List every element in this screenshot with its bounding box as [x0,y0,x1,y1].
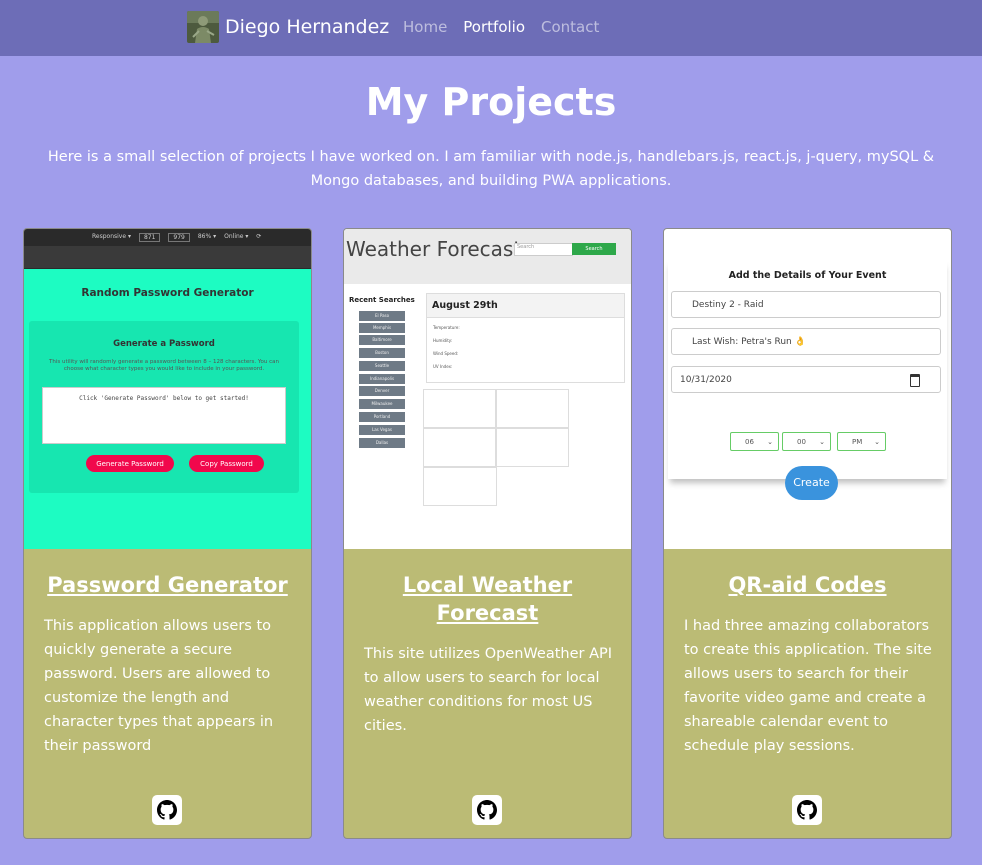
thumbnail-heading: Random Password Generator [81,287,254,299]
page-title: My Projects [365,80,617,124]
create-button: Create [785,466,838,500]
minute-value: 00 [797,438,806,446]
city-button: Dallas [359,438,405,448]
project-title-link[interactable]: Local Weather Forecast [354,571,621,627]
game-field: Destiny 2 - Raid [671,291,941,318]
github-icon [477,800,497,820]
nav-portfolio[interactable]: Portfolio [463,18,525,36]
password-placeholder: Click 'Generate Password' below to get s… [79,395,249,402]
date-value: 10/31/2020 [680,375,732,385]
forecast-cell [423,467,497,506]
chevron-down-icon: ⌄ [874,438,880,446]
devtools-item: Responsive ▾ [92,233,131,240]
generate-password-button: Generate Password [86,455,174,472]
city-button: Baltimore [359,335,405,345]
navbar: Diego Hernandez Home Portfolio Contact [0,0,982,56]
forecast-cell [423,389,497,428]
project-card-qr-aid-codes: Add the Details of Your Event Destiny 2 … [663,228,952,839]
hour-select: 06 ⌄ [730,432,779,451]
thumbnail-heading: Add the Details of Your Event [728,270,887,281]
project-title-link[interactable]: QR-aid Codes [674,571,941,599]
thumbnail-search: Search [514,243,573,256]
project-title-link[interactable]: Password Generator [34,571,301,599]
thumbnail-heading: Weather Forecast [346,237,522,261]
avatar [187,11,219,43]
devtools-item: 979 [168,233,190,242]
project-description: This application allows users to quickly… [44,618,274,754]
minute-select: 00 ⌄ [782,432,831,451]
forecast-cell [495,389,569,428]
hour-value: 06 [745,438,754,446]
project-description: I had three amazing collaborators to cre… [684,618,932,754]
nav-links: Home Portfolio Contact [403,18,599,36]
devtools-bar: Responsive ▾ 871 979 86% ▾ Online ▾ ⟳ [24,229,311,269]
brand-name: Diego Hernandez [225,16,390,38]
calendar-icon [910,374,920,387]
event-name-field: Last Wish: Petra's Run 👌 [671,328,941,355]
forecast-detail: Wind Speed: [433,351,459,356]
project-thumbnail: Add the Details of Your Event Destiny 2 … [664,229,951,549]
chevron-down-icon: ⌄ [767,438,773,446]
city-button: Milwaukee [359,399,405,409]
date-field: 10/31/2020 [671,366,941,393]
devtools-item: 86% ▾ [197,233,217,240]
project-description: This site utilizes OpenWeather API to al… [364,646,613,734]
forecast-detail: Temperature: [433,325,460,330]
forecast-today: August 29th Temperature: Humidity: Wind … [426,293,625,383]
city-button: Portland [359,412,405,422]
devtools-item: Online ▾ [224,233,249,240]
ampm-value: PM [852,438,863,446]
forecast-detail: Humidity: [433,338,453,343]
devtools-item: 871 [138,233,161,242]
github-link[interactable] [472,795,502,825]
github-icon [797,800,817,820]
github-link[interactable] [792,795,822,825]
recent-searches-label: Recent Searches [349,296,415,304]
forecast-cell [495,428,569,467]
nav-contact[interactable]: Contact [541,18,599,36]
password-textarea: Click 'Generate Password' below to get s… [42,387,286,444]
copy-password-button: Copy Password [189,455,264,472]
devtools-item: ⟳ [256,233,262,240]
forecast-date: August 29th [427,294,624,318]
thumbnail-panel-desc: This utility will randomly generate a pa… [48,359,280,372]
city-button: Indianapolis [359,374,405,384]
city-button: Denver [359,386,405,396]
ampm-select: PM ⌄ [837,432,886,451]
city-button: Memphis [359,323,405,333]
project-thumbnail: Responsive ▾ 871 979 86% ▾ Online ▾ ⟳ Ra… [24,229,311,549]
thumbnail-search-button: Search [572,243,616,255]
city-button: Las Vegas [359,425,405,435]
city-button: Boston [359,348,405,358]
city-button: Seattle [359,361,405,371]
github-link[interactable] [152,795,182,825]
thumbnail-panel-title: Generate a Password [113,339,215,349]
github-icon [157,800,177,820]
city-button: El Paso [359,311,405,321]
project-card-weather-forecast: Weather Forecast Search Search Recent Se… [343,228,632,839]
forecast-cell [423,428,497,467]
chevron-down-icon: ⌄ [819,438,825,446]
forecast-detail: UV Index: [433,364,453,369]
nav-home[interactable]: Home [403,18,447,36]
project-thumbnail: Weather Forecast Search Search Recent Se… [344,229,631,549]
project-card-password-generator: Responsive ▾ 871 979 86% ▾ Online ▾ ⟳ Ra… [23,228,312,839]
brand-link[interactable]: Diego Hernandez [187,11,389,43]
page-intro: Here is a small selection of projects I … [47,149,935,189]
